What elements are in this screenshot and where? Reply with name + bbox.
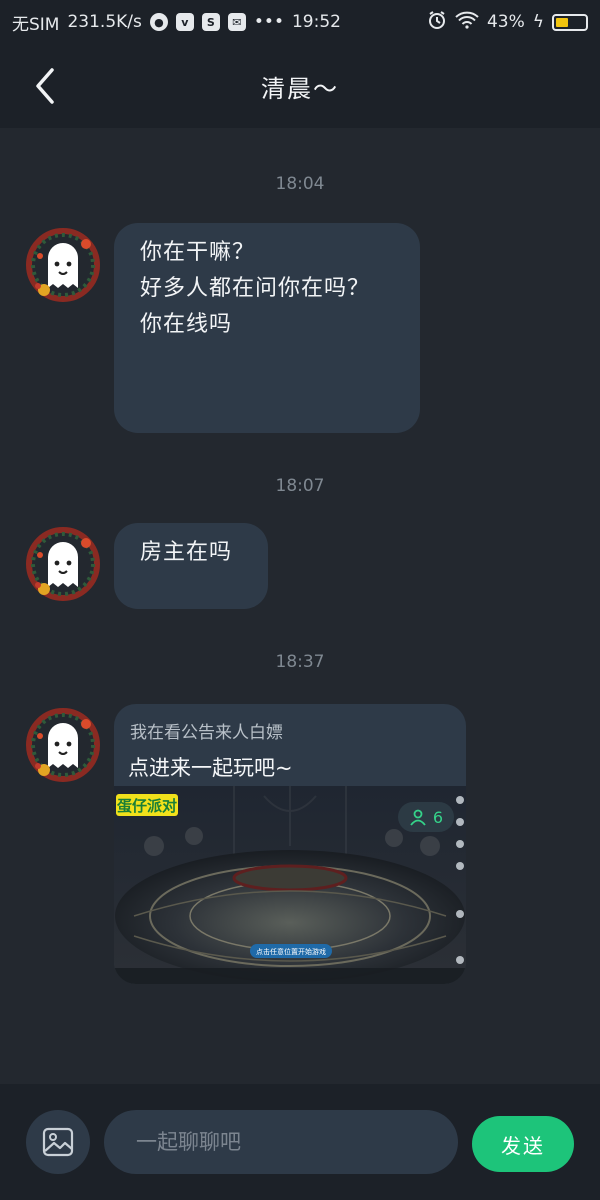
chat-area[interactable]: 18:04 你在干嘛？ 好多人都在问你在吗？ 你在线吗 18:07 房主在吗 1… [0,128,600,1084]
message-bubble[interactable]: 房主在吗 [114,523,268,609]
message-timestamp: 18:07 [275,476,325,496]
back-button[interactable] [30,66,66,106]
charging-icon: ϟ [532,12,544,32]
alarm-icon [427,10,447,35]
message-timestamp: 18:37 [275,652,325,672]
message-input[interactable] [104,1110,458,1174]
chat-title: 清晨～ [261,74,339,103]
mail-icon: ✉ [227,13,246,31]
invite-subtitle: 我在看公告来人白嫖 [130,723,283,743]
title-bar: 清晨～ [0,44,600,128]
battery-percent: 43% [486,12,525,32]
player-count: 6 [432,807,444,827]
clock: 19:52 [291,12,341,32]
ghost-avatar-icon[interactable] [24,706,102,784]
start-hint: 点击任意位置开始游戏 [256,947,326,956]
message-text: 你在干嘛？ [140,240,256,265]
vivo-icon: v [175,13,194,31]
invite-title: 点进来一起玩吧~ [128,756,293,780]
status-bar: 无SIM 231.5K/s ● v S ✉ ••• 19:52 43% ϟ [0,0,600,44]
more-notifications: ••• [253,12,284,32]
s-app-icon: S [201,13,220,31]
message-text: 你在线吗 [140,312,233,337]
message-timestamp: 18:04 [275,174,325,194]
person-icon [410,809,426,826]
wifi-icon [455,11,479,34]
image-icon [42,1127,74,1157]
ghost-avatar-icon[interactable] [24,525,102,603]
player-count-badge: 6 [398,802,454,832]
network-speed: 231.5K/s [67,12,142,32]
battery-icon [552,13,588,31]
chevron-left-icon [36,68,54,104]
message-bubble[interactable]: 你在干嘛？ 好多人都在问你在吗？ 你在线吗 [114,223,420,433]
game-invite-card[interactable]: 我在看公告来人白嫖 点进来一起玩吧~ 蛋仔派对 点击任意位置开始游戏 6 [114,704,466,984]
carrier-label: 无SIM [12,14,60,35]
input-bar: 发送 [0,1084,600,1200]
message-text: 房主在吗 [140,540,233,565]
message-text: 好多人都在问你在吗？ [140,276,371,301]
ghost-avatar-icon[interactable] [24,226,102,304]
send-button[interactable]: 发送 [472,1116,574,1172]
send-image-button[interactable] [26,1110,90,1174]
planet-icon: ● [149,13,168,31]
game-name: 蛋仔派对 [117,797,177,815]
